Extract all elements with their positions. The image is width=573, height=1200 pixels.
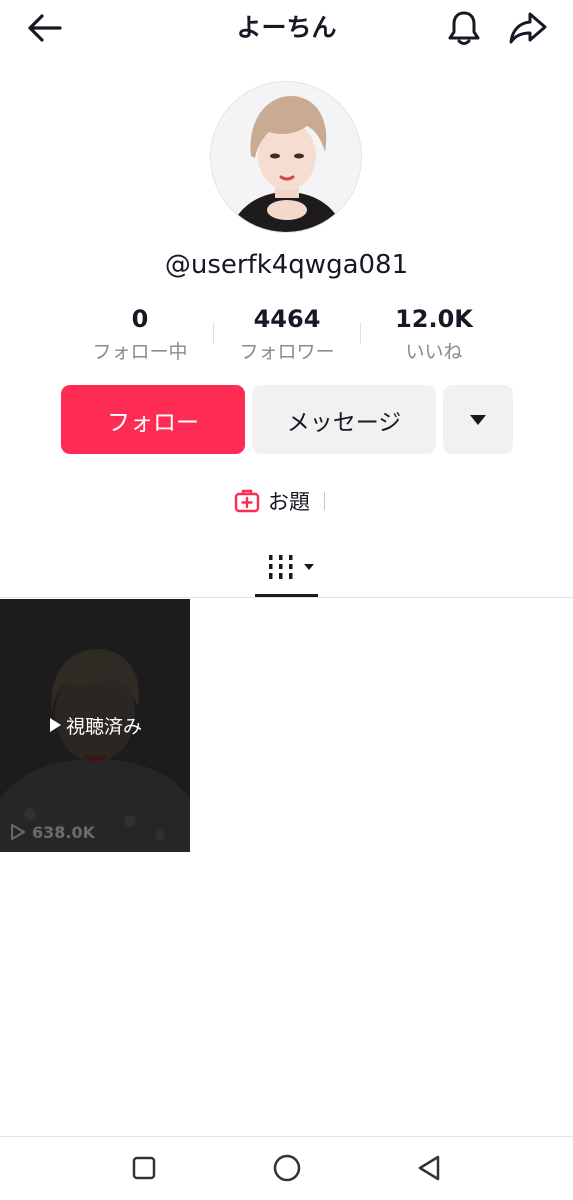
topic-link[interactable]: お題 (234, 486, 325, 516)
back-arrow-icon[interactable] (24, 8, 64, 48)
view-count-label: 638.0K (32, 822, 96, 842)
followers-count: 4464 (253, 305, 321, 333)
follow-button-label: フォロー (107, 409, 199, 436)
topic-divider (324, 492, 325, 510)
more-options-button[interactable] (443, 385, 513, 454)
follow-button[interactable]: フォロー (61, 385, 245, 454)
tab-divider (0, 597, 573, 598)
back-triangle-icon[interactable] (411, 1150, 447, 1186)
topic-add-icon (234, 489, 260, 513)
message-button[interactable]: メッセージ (252, 385, 436, 454)
following-stat[interactable]: 0 フォロー中 (65, 304, 215, 367)
play-outline-icon (11, 824, 25, 840)
followers-stat[interactable]: 4464 フォロワー (212, 304, 362, 367)
tab-videos[interactable] (266, 550, 316, 584)
share-icon[interactable] (508, 8, 548, 48)
caret-down-icon (470, 414, 486, 425)
message-button-label: メッセージ (286, 409, 402, 436)
home-circle-icon[interactable] (269, 1150, 305, 1186)
likes-label: いいね (405, 341, 463, 363)
view-count: 638.0K (10, 821, 95, 843)
recents-square-icon[interactable] (126, 1150, 162, 1186)
following-count: 0 (131, 305, 149, 333)
watched-overlay: 視聴済み (0, 712, 190, 738)
username: @userfk4qwga081 (164, 250, 409, 280)
watched-label: 視聴済み (65, 715, 142, 738)
followers-label: フォロワー (239, 341, 335, 363)
bell-icon[interactable] (444, 8, 484, 48)
following-label: フォロー中 (92, 341, 188, 363)
play-icon (49, 718, 61, 732)
likes-stat[interactable]: 12.0K いいね (359, 304, 509, 367)
navbar-divider (0, 1136, 573, 1137)
caret-down-icon (304, 564, 314, 570)
likes-count: 12.0K (395, 305, 473, 333)
topic-label: お題 (268, 490, 310, 514)
page-title: よーちん (236, 13, 337, 42)
grid-columns-icon (269, 555, 293, 579)
avatar[interactable] (210, 81, 362, 233)
